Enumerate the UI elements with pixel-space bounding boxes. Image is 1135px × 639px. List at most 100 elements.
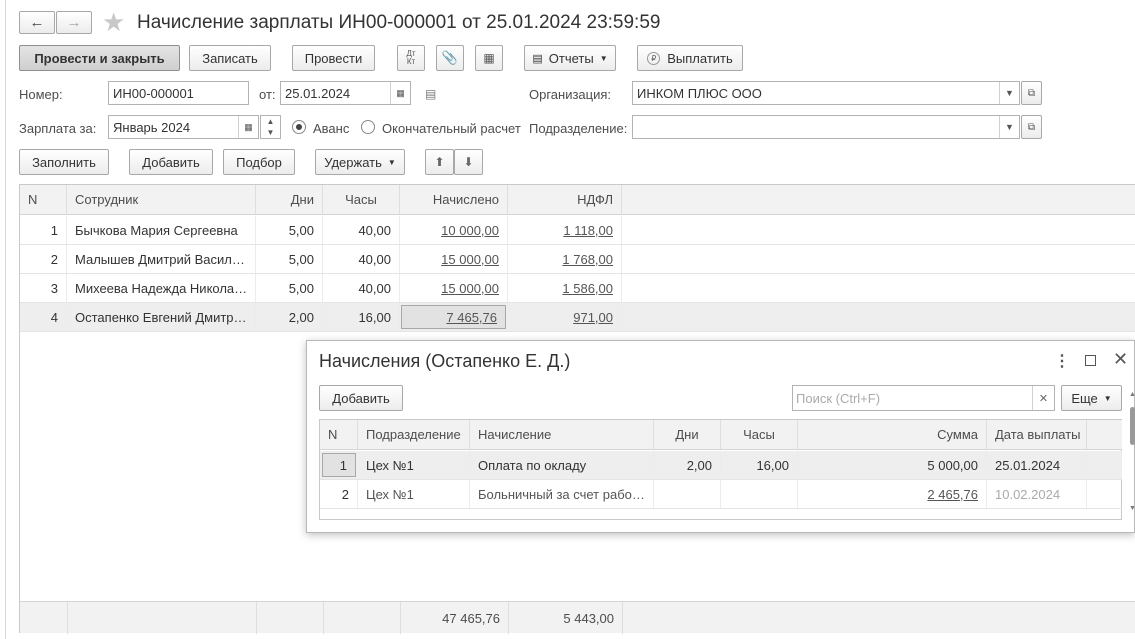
report-icon: ▤ [532,52,543,65]
period-field[interactable]: Январь 2024 ▦ [108,115,259,139]
back-button[interactable]: ← [19,11,55,34]
arrow-right-icon: → [66,14,82,31]
reports-button[interactable]: ▤ Отчеты ▼ [524,45,616,71]
organization-value: ИНКОМ ПЛЮС ООО [637,85,762,101]
header-hours[interactable]: Часы [323,185,400,214]
pick-button[interactable]: Подбор [223,149,295,175]
calendar-icon[interactable]: ▦ [390,82,410,104]
header-n[interactable]: N [20,185,67,214]
number-label: Номер: [19,87,63,102]
scroll-up-icon[interactable]: ▲ [1129,391,1135,398]
period-spinner[interactable]: ▲ ▼ [260,115,281,139]
search-placeholder: Поиск (Ctrl+F) [796,391,881,406]
arrow-up-icon: ⬆ [434,155,445,169]
save-button[interactable]: Записать [189,45,271,71]
row-accrued-link[interactable]: 15 000,00 [441,252,499,267]
header-sum[interactable]: Сумма [798,420,987,449]
open-department-button[interactable]: ⧉ [1021,115,1042,139]
row-accrued-link[interactable]: 10 000,00 [441,223,499,238]
header-employee[interactable]: Сотрудник [67,185,256,214]
total-ndfl: 5 443,00 [563,610,614,626]
row-hours: 16,00 [721,451,798,479]
header-n[interactable]: N [320,420,358,449]
row-days: 2,00 [654,451,721,479]
table-footer: 47 465,76 5 443,00 [20,601,1135,634]
popup-table-row-selected[interactable]: 1 Цех №1 Оплата по окладу 2,00 16,00 5 0… [320,451,1122,480]
row-accrual: Оплата по окладу [470,451,654,479]
department-field[interactable]: ▼ [632,115,1020,139]
row-department: Цех №1 [358,451,470,479]
header-payment-date[interactable]: Дата выплаты [987,420,1087,449]
row-accrual: Больничный за счет рабо… [470,480,654,508]
header-accrual[interactable]: Начисление [470,420,654,449]
row-ndfl-link[interactable]: 1 118,00 [563,223,613,238]
dt-kt-button[interactable]: Дт Кт [397,45,425,71]
table-row-selected[interactable]: 4 Остапенко Евгений Дмитр… 2,00 16,00 7 … [20,303,1135,332]
organization-field[interactable]: ИНКОМ ПЛЮС ООО ▼ [632,81,1020,105]
table-row[interactable]: 2 Малышев Дмитрий Васил… 5,00 40,00 15 0… [20,245,1135,274]
popup-table-row[interactable]: 2 Цех №1 Больничный за счет рабо… 2 465,… [320,480,1122,509]
row-payment-date: 10.02.2024 [987,480,1087,508]
post-and-close-button[interactable]: Провести и закрыть [19,45,180,71]
move-down-button[interactable]: ⬇ [454,149,483,175]
scrollbar-thumb[interactable] [1130,407,1135,445]
row-n: 4 [20,303,67,331]
chevron-down-icon: ▼ [387,157,396,167]
final-calc-radio[interactable] [361,120,375,134]
header-department[interactable]: Подразделение [358,420,470,449]
popup-more-button[interactable]: Еще ▼ [1061,385,1122,411]
withhold-button[interactable]: Удержать ▼ [315,149,405,175]
more-vertical-icon[interactable]: ⋮ [1054,351,1070,371]
row-sum: 5 000,00 [798,451,987,479]
date-from-label: от: [259,87,276,102]
total-accrued: 47 465,76 [442,610,500,626]
row-accrued-link[interactable]: 15 000,00 [441,281,499,296]
row-ndfl-link[interactable]: 971,00 [573,310,613,325]
header-days[interactable]: Дни [256,185,323,214]
row-ndfl-cell: 1 118,00 [508,216,622,244]
date-field[interactable]: 25.01.2024 ▦ [280,81,411,105]
row-hours [721,480,798,508]
row-department: Цех №1 [358,480,470,508]
row-days [654,480,721,508]
row-accrued-link[interactable]: 7 465,76 [446,310,497,325]
header-days[interactable]: Дни [654,420,721,449]
attach-button[interactable]: 📎 [436,45,464,71]
row-ndfl-link[interactable]: 1 586,00 [562,281,613,296]
forward-button[interactable]: → [56,11,92,34]
table-row[interactable]: 1 Бычкова Мария Сергеевна 5,00 40,00 10 … [20,216,1135,245]
open-link-icon: ⧉ [1027,87,1036,99]
calendar-icon[interactable]: ▦ [238,116,258,138]
row-ndfl-link[interactable]: 1 768,00 [562,252,613,267]
open-organization-button[interactable]: ⧉ [1021,81,1042,105]
row-sum-link[interactable]: 2 465,76 [927,487,978,502]
pay-button[interactable]: ₽ Выплатить [637,45,743,71]
chevron-down-icon[interactable]: ▼ [999,116,1019,138]
header-hours[interactable]: Часы [721,420,798,449]
number-value: ИН00-000001 [113,85,194,101]
row-employee: Михеева Надежда Никола… [67,274,256,302]
fill-button[interactable]: Заполнить [19,149,109,175]
window-border [5,0,6,639]
scroll-down-icon[interactable]: ▼ [1129,505,1135,512]
table-row[interactable]: 3 Михеева Надежда Никола… 5,00 40,00 15 … [20,274,1135,303]
history-icon[interactable]: ▤ [425,87,436,101]
maximize-icon[interactable] [1085,355,1096,366]
advance-radio[interactable] [292,120,306,134]
row-n: 1 [322,453,356,477]
header-accrued[interactable]: Начислено [400,185,508,214]
chevron-down-icon[interactable]: ▼ [999,82,1019,104]
popup-search-input[interactable]: Поиск (Ctrl+F) ✕ [792,385,1055,411]
row-hours: 16,00 [323,303,400,331]
header-ndfl[interactable]: НДФЛ [508,185,622,214]
clear-search-icon[interactable]: ✕ [1032,386,1054,410]
row-accrued-cell-active: 7 465,76 [401,305,506,329]
move-up-button[interactable]: ⬆ [425,149,454,175]
popup-add-button[interactable]: Добавить [319,385,403,411]
star-icon[interactable]: ★ [102,8,125,36]
close-icon[interactable]: ✕ [1113,349,1128,370]
number-field[interactable]: ИН00-000001 [108,81,249,105]
structure-button[interactable]: ▦ [475,45,503,71]
post-button[interactable]: Провести [292,45,375,71]
add-button[interactable]: Добавить [129,149,213,175]
